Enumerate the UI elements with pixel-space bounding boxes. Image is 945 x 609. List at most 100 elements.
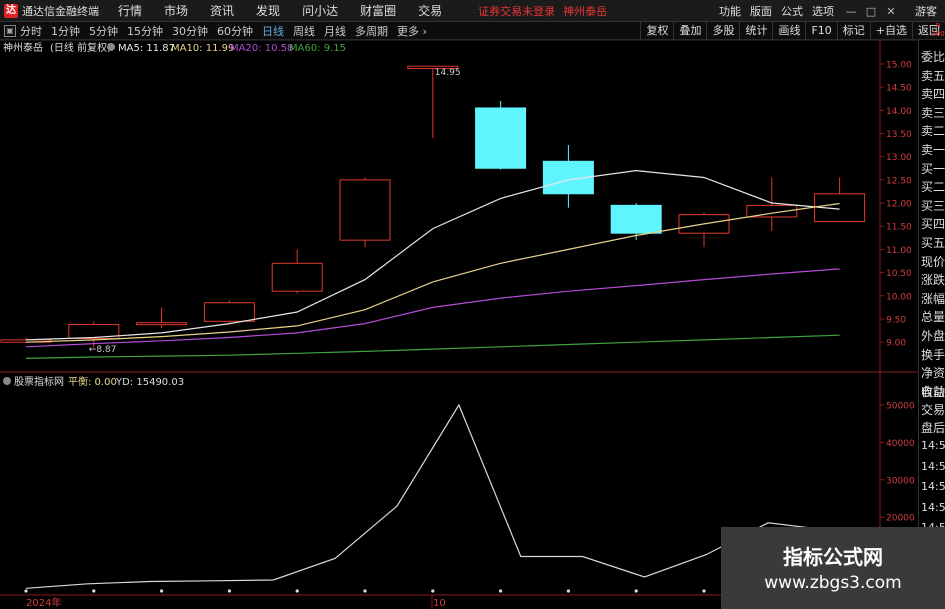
guest-label[interactable]: 游客 — [915, 3, 937, 19]
menu-markets[interactable]: 市场 — [164, 2, 188, 19]
ma60-label: MA60: 9.15 — [289, 43, 346, 54]
sidebar-lower-label-2[interactable]: 盘后 — [921, 419, 945, 436]
sidebar-label-9[interactable]: 买四 — [921, 215, 945, 232]
candle-up — [136, 322, 188, 326]
settings-dot-icon[interactable] — [107, 43, 115, 51]
menu-options[interactable]: 选项 — [812, 3, 834, 19]
indicator-dot — [566, 589, 571, 593]
period-toolbar: ▣ 分时 1分钟 5分钟 15分钟 30分钟 60分钟 日线 周线 月线 多周期… — [0, 22, 945, 40]
statistics-button[interactable]: 统计 — [739, 22, 772, 40]
menu-discover[interactable]: 发现 — [256, 2, 280, 19]
sidebar-label-17[interactable]: 净资 — [921, 364, 945, 381]
indicator-settings-icon[interactable] — [3, 377, 11, 385]
high-price-annotation: 14.95 — [435, 68, 461, 78]
candle-down — [475, 107, 527, 169]
current-stock-tag[interactable]: 神州泰岳 — [563, 3, 607, 19]
yd-label: YD: 15490.03 — [115, 377, 184, 388]
menu-layout[interactable]: 版面 — [750, 3, 772, 19]
period-more-label: 更多 — [397, 24, 419, 38]
app-logo-icon: 达 — [4, 3, 18, 18]
candle-up — [203, 302, 255, 322]
close-icon[interactable]: ✕ — [883, 5, 899, 18]
sidebar-label-11[interactable]: 现价 — [921, 253, 945, 270]
menu-wealth[interactable]: 财富圈 — [360, 2, 396, 19]
chevron-right-icon: › — [419, 24, 427, 38]
period-weekly[interactable]: 周线 — [293, 23, 315, 39]
ma-line-2 — [25, 268, 840, 348]
price-tick-label: 13.00 — [886, 153, 912, 163]
ma20-label: MA20: 10.58 — [230, 43, 293, 54]
maximize-icon[interactable]: □ — [863, 5, 879, 18]
sidebar-label-6[interactable]: 买一 — [921, 160, 945, 177]
f10-button[interactable]: F10 — [805, 22, 836, 40]
sidebar-lower-label-0[interactable]: 自动 — [921, 383, 945, 400]
menu-trade[interactable]: 交易 — [418, 2, 442, 19]
restore-rights-button[interactable]: 复权 — [640, 22, 673, 40]
period-5min[interactable]: 5分钟 — [89, 23, 118, 39]
sidebar-label-1[interactable]: 卖五 — [921, 67, 945, 84]
sidebar-label-4[interactable]: 卖二 — [921, 122, 945, 139]
period-60min[interactable]: 60分钟 — [217, 23, 253, 39]
mark-button[interactable]: 标记 — [836, 22, 870, 40]
moving-average-layer — [25, 169, 840, 359]
indicator-dot — [499, 589, 503, 593]
sidebar-label-3[interactable]: 卖三 — [921, 104, 945, 121]
sidebar-label-12[interactable]: 涨跌 — [921, 271, 945, 288]
overlay-button[interactable]: 叠加 — [673, 22, 706, 40]
panel-icon[interactable]: ▣ — [4, 24, 16, 37]
menu-market[interactable]: 行情 — [118, 2, 142, 19]
login-status[interactable]: 证券交易未登录 — [478, 3, 555, 19]
period-timeshare[interactable]: 分时 — [20, 23, 42, 39]
minimize-icon[interactable]: — — [843, 5, 859, 18]
ma-line-3 — [25, 334, 840, 359]
x-axis-label-month: 10 — [433, 598, 446, 609]
sidebar-label-14[interactable]: 总量 — [921, 308, 945, 325]
period-15min[interactable]: 15分钟 — [127, 23, 163, 39]
indicator-layer — [24, 403, 842, 593]
multi-stock-button[interactable]: 多股 — [706, 22, 739, 40]
period-monthly[interactable]: 月线 — [324, 23, 346, 39]
sidebar-label-5[interactable]: 卖一 — [921, 141, 945, 158]
sidebar-label-2[interactable]: 卖四 — [921, 85, 945, 102]
period-1min[interactable]: 1分钟 — [51, 23, 80, 39]
sidebar-label-13[interactable]: 涨幅 — [921, 290, 945, 307]
watermark: 指标公式网 www.zbgs3.com — [721, 527, 945, 609]
menu-bar: 达 通达信金融终端 行情 市场 资讯 发现 问小达 财富圈 交易 证券交易未登录… — [0, 0, 945, 22]
price-tick-label: 14.50 — [886, 84, 912, 94]
indicator-dot — [431, 589, 435, 593]
sidebar-label-0[interactable]: 委比 — [921, 48, 945, 65]
chart-mode-label: (日线 前复权) — [50, 41, 111, 54]
toolbar-right: 复权 叠加 多股 统计 画线 F10 标记 +自选 返回 — [640, 22, 945, 40]
chart-area[interactable]: 9.00 9.50 10.00 10.50 11.00 11.50 12.00 12.50 13… — [0, 40, 945, 609]
sidebar-label-16[interactable]: 换手 — [921, 346, 945, 363]
period-30min[interactable]: 30分钟 — [172, 23, 208, 39]
draw-line-button[interactable]: 画线 — [772, 22, 805, 40]
menu-ask[interactable]: 问小达 — [302, 2, 338, 19]
indicator-dot — [92, 589, 96, 593]
indicator-dot — [160, 589, 164, 593]
axis-layer: 9.00 9.50 10.00 10.50 11.00 11.50 12.00 12.50 13… — [880, 60, 915, 561]
sidebar-label-8[interactable]: 买三 — [921, 197, 945, 214]
ma10-label: MA10: 11.99 — [171, 43, 234, 54]
indicator-dot — [24, 589, 28, 593]
balance-label: 平衡: 0.00 — [68, 376, 117, 388]
sidebar-lower-label-1[interactable]: 交易 — [921, 401, 945, 418]
period-daily[interactable]: 日线 — [262, 23, 284, 39]
add-watchlist-button[interactable]: +自选 — [869, 22, 912, 40]
main-menu: 行情 市场 资讯 发现 问小达 财富圈 交易 — [118, 2, 464, 19]
indicator-dot — [634, 589, 638, 593]
menu-formula[interactable]: 公式 — [781, 3, 803, 19]
indicator-dot — [363, 589, 367, 593]
sidebar-label-15[interactable]: 外盘 — [921, 327, 945, 344]
price-tick-label: 11.50 — [886, 223, 912, 233]
period-multi[interactable]: 多周期 — [355, 23, 388, 39]
sidebar-label-7[interactable]: 买二 — [921, 178, 945, 195]
quote-sidebar: 委比 卖五 卖四 卖三 卖二 卖一 买一 买二 买三 买四 买五 现价 涨跌 涨幅 总量 外盘 换手 净资 收益 自动… — [918, 40, 945, 609]
x-axis-label-year: 2024年 — [26, 596, 61, 609]
period-more[interactable]: 更多 › — [397, 23, 427, 39]
menu-function[interactable]: 功能 — [719, 3, 741, 19]
app-title: 通达信金融终端 — [22, 4, 99, 18]
menu-news[interactable]: 资讯 — [210, 2, 234, 19]
sidebar-label-10[interactable]: 买五 — [921, 234, 945, 251]
candle-up — [339, 179, 391, 241]
